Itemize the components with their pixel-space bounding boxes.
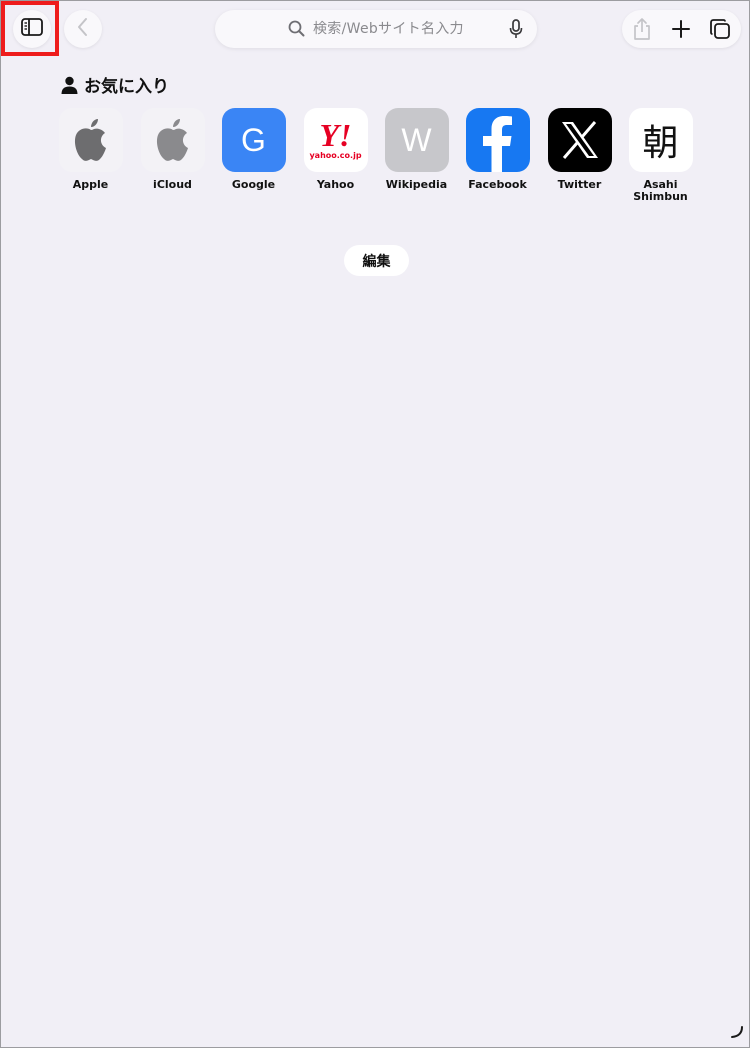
- share-icon[interactable]: [630, 17, 654, 41]
- favorite-facebook[interactable]: Facebook: [457, 108, 538, 191]
- tabs-overview-icon[interactable]: [708, 17, 732, 41]
- person-icon: [61, 76, 78, 98]
- favorite-label: Asahi Shimbun: [633, 178, 688, 203]
- favorites-title: お気に入り: [84, 77, 169, 97]
- favorite-label: Wikipedia: [385, 178, 448, 191]
- favorite-wikipedia[interactable]: W Wikipedia: [376, 108, 457, 191]
- favorite-label: iCloud: [153, 178, 192, 191]
- safari-start-page: 検索/Webサイト名入力 お気に入り Apple iCloud G Google…: [0, 0, 750, 1048]
- favorite-google[interactable]: G Google: [213, 108, 294, 191]
- back-button[interactable]: [64, 10, 102, 48]
- search-bar[interactable]: 検索/Webサイト名入力: [215, 10, 537, 48]
- chevron-left-icon: [77, 17, 89, 41]
- favorite-label: Yahoo: [316, 178, 355, 191]
- apple-logo-icon: [140, 108, 205, 172]
- new-tab-plus-icon[interactable]: [669, 17, 693, 41]
- tile-letter: W: [401, 121, 432, 158]
- favorite-yahoo[interactable]: Y! yahoo.co.jp Yahoo: [295, 108, 376, 191]
- edit-button[interactable]: 編集: [344, 245, 409, 276]
- favorite-label: Facebook: [468, 178, 527, 191]
- favorites-header: お気に入り: [61, 76, 169, 98]
- favorite-label: Google: [231, 178, 276, 191]
- yahoo-logo-icon: Y! yahoo.co.jp: [303, 108, 368, 172]
- x-logo-icon: [547, 108, 612, 172]
- favorite-apple[interactable]: Apple: [50, 108, 131, 191]
- favorite-label: Apple: [72, 178, 109, 191]
- tile-letter: G: [241, 121, 266, 158]
- search-placeholder: 検索/Webサイト名入力: [313, 21, 464, 37]
- yahoo-logo-text: Y!: [319, 117, 352, 153]
- asahi-logo-icon: 朝: [628, 108, 693, 172]
- favorite-twitter[interactable]: Twitter: [539, 108, 620, 191]
- apple-logo-icon: [58, 108, 123, 172]
- sidebar-button[interactable]: [13, 10, 51, 48]
- favorite-asahi-shimbun[interactable]: 朝 Asahi Shimbun: [620, 108, 701, 203]
- asahi-logo-text: 朝: [642, 123, 679, 164]
- letter-w-icon: W: [384, 108, 449, 172]
- favorite-icloud[interactable]: iCloud: [132, 108, 213, 191]
- yahoo-sub-text: yahoo.co.jp: [309, 151, 362, 160]
- resize-handle-icon[interactable]: [730, 1024, 744, 1043]
- letter-g-icon: G: [221, 108, 286, 172]
- microphone-icon[interactable]: [509, 19, 523, 43]
- toolbar-actions: [622, 10, 741, 48]
- search-icon: [288, 20, 305, 41]
- favorite-label: Twitter: [557, 178, 602, 191]
- sidebar-icon: [21, 18, 43, 40]
- facebook-logo-icon: [465, 108, 530, 172]
